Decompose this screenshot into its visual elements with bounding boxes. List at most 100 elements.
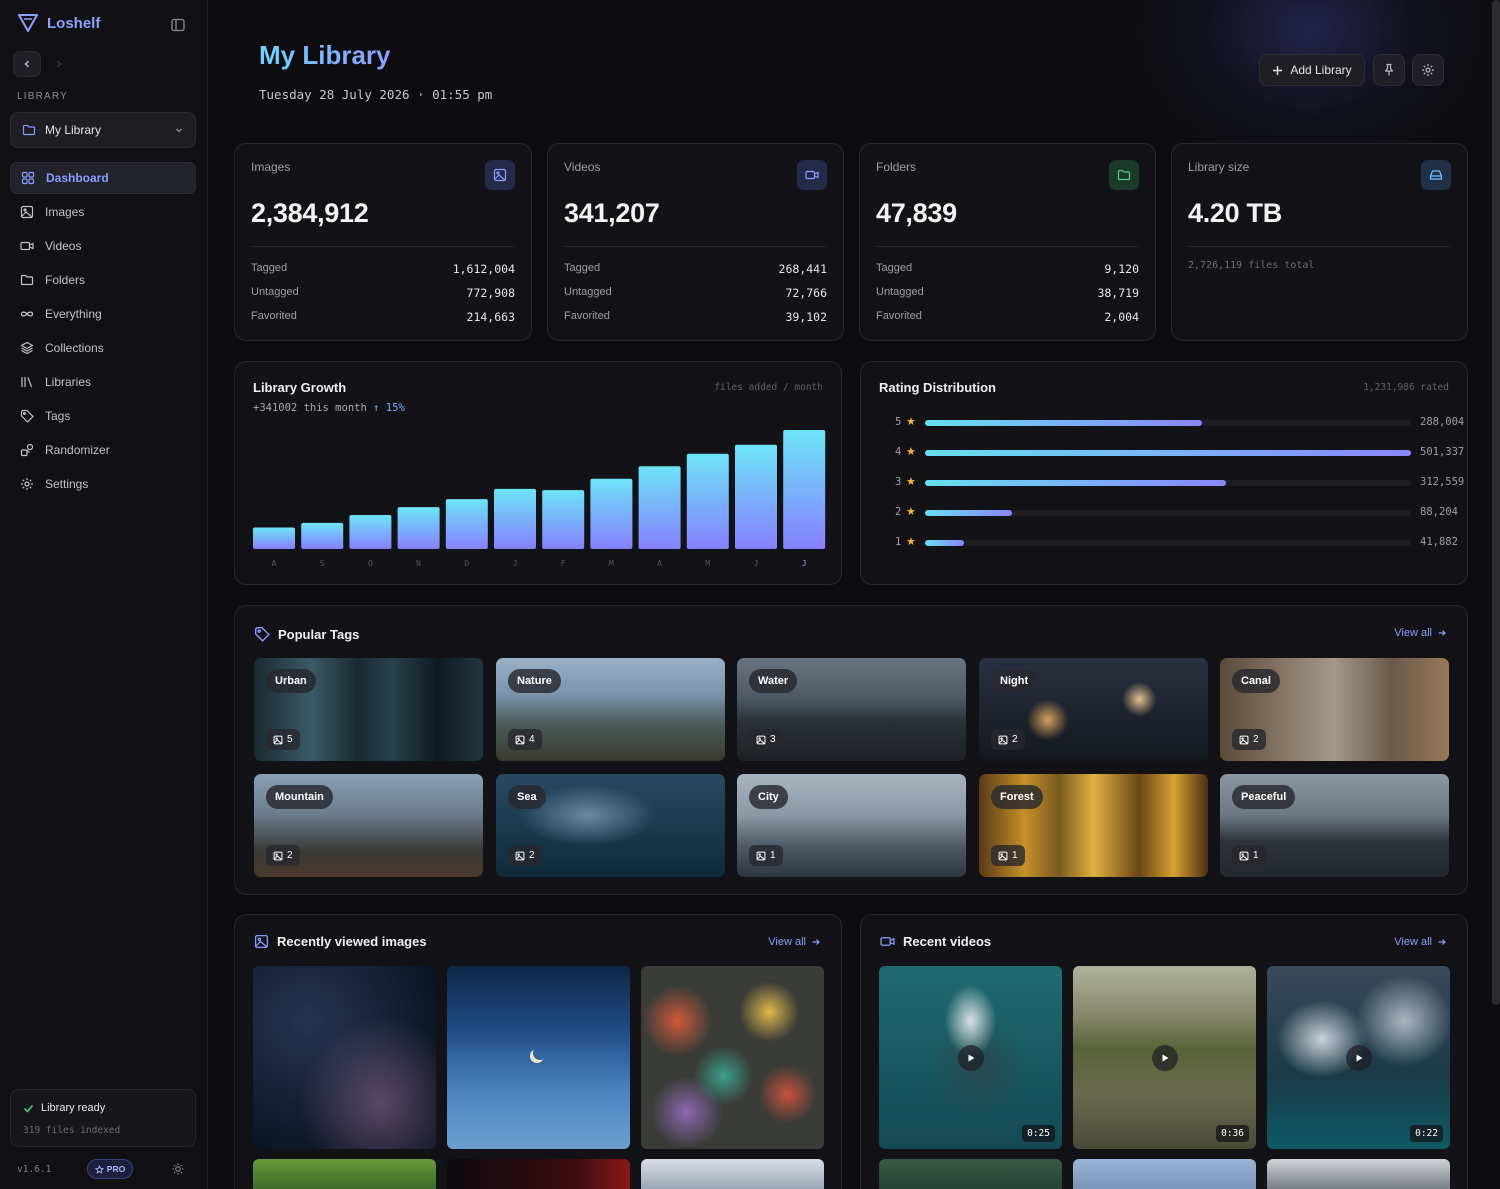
stat-row-value: 214,663	[466, 310, 515, 324]
page-scrollbar[interactable]	[1492, 0, 1500, 1005]
growth-bar[interactable]	[445, 499, 488, 549]
sidebar-item-randomizer[interactable]: Randomizer	[10, 434, 196, 466]
stat-row-label: Tagged	[251, 262, 288, 274]
rating-stars-value: 3	[895, 476, 902, 488]
growth-bar[interactable]	[638, 466, 681, 549]
growth-bar[interactable]	[542, 490, 585, 549]
stat-card-videos[interactable]: Videos 341,207 Tagged 268,441 Untagged 72,…	[547, 143, 844, 341]
growth-bar[interactable]	[397, 507, 440, 549]
images-view-all-link[interactable]: View all	[768, 936, 821, 948]
play-button[interactable]	[1346, 1045, 1372, 1071]
growth-month-label: O	[368, 559, 373, 568]
growth-chart: ASONDJFMAMJJ	[253, 430, 826, 568]
image-thumbnail-milky-way[interactable]	[253, 966, 436, 1149]
video-thumbnail-ocean-waves[interactable]: 0:22	[1267, 966, 1450, 1149]
growth-bar[interactable]	[253, 527, 295, 549]
chevron-right-icon	[57, 60, 62, 68]
rating-count: 312,559	[1420, 476, 1465, 488]
tag-count: 1	[770, 850, 776, 861]
rating-stars-value: 2	[895, 506, 902, 518]
sidebar-item-tags[interactable]: Tags	[10, 400, 196, 432]
play-icon	[1356, 1054, 1363, 1062]
growth-bar[interactable]	[494, 488, 536, 549]
image-thumbnail-dark[interactable]	[447, 1159, 630, 1189]
image-thumbnail-coral-reef[interactable]	[641, 966, 824, 1149]
tag-tile[interactable]: Peaceful 1	[1220, 774, 1449, 877]
sidebar-item-label: Dashboard	[46, 171, 109, 185]
library-select-value: My Library	[45, 123, 102, 137]
sidebar-item-images[interactable]: Images	[10, 196, 196, 228]
sidebar-item-folders[interactable]: Folders	[10, 264, 196, 296]
play-button[interactable]	[958, 1045, 984, 1071]
tag-tile[interactable]: Canal 2	[1220, 658, 1449, 761]
tags-view-all-link[interactable]: View all	[1394, 627, 1447, 639]
rating-row: 2 ★ 88,204	[861, 506, 1468, 520]
sidebar-toggle-icon[interactable]	[170, 17, 186, 33]
back-button[interactable]	[13, 51, 41, 77]
status-subtitle: 319 files indexed	[23, 1125, 121, 1136]
tag-tile[interactable]: Night 2	[979, 658, 1208, 761]
star-icon: ★	[906, 416, 916, 428]
tag-tile[interactable]: Mountain 2	[254, 774, 483, 877]
growth-month-label: M	[705, 559, 710, 568]
growth-bar[interactable]	[590, 478, 633, 549]
stat-row-value: 39,102	[785, 310, 827, 324]
stat-row-untagged: Untagged 772,908	[251, 286, 515, 300]
image-thumbnail-moon-sky[interactable]	[447, 966, 630, 1149]
library-select[interactable]: My Library	[10, 112, 196, 148]
sidebar-item-everything[interactable]: Everything	[10, 298, 196, 330]
video-thumbnail-tower[interactable]	[1073, 1159, 1256, 1189]
video-thumbnail-whale[interactable]: 0:25	[879, 966, 1062, 1149]
image-icon	[1239, 851, 1249, 860]
forward-button[interactable]	[45, 51, 73, 77]
tag-tile[interactable]: Urban 5	[254, 658, 483, 761]
sidebar-item-libraries[interactable]: Libraries	[10, 366, 196, 398]
tag-count: 5	[287, 734, 293, 745]
tag-count: 2	[287, 850, 293, 861]
image-thumbnail-snow-peak[interactable]	[641, 1159, 824, 1189]
growth-bar[interactable]	[301, 522, 344, 549]
video-thumbnail-forest[interactable]	[879, 1159, 1062, 1189]
stat-card-library-size[interactable]: Library size 4.20 TB 2,726,119 files tot…	[1171, 143, 1468, 341]
rating-row: 4 ★ 501,337	[861, 446, 1468, 460]
videos-view-all-link[interactable]: View all	[1394, 936, 1447, 948]
sidebar-item-settings[interactable]: Settings	[10, 468, 196, 500]
sidebar-item-videos[interactable]: Videos	[10, 230, 196, 262]
stat-row-favorited: Favorited 39,102	[564, 310, 827, 324]
sun-icon[interactable]	[171, 1162, 185, 1176]
sidebar: Loshelf LIBRARY My Library Dashboard Ima…	[0, 0, 208, 1189]
growth-bar[interactable]	[686, 453, 729, 549]
video-thumbnail-valley-stream[interactable]: 0:36	[1073, 966, 1256, 1149]
sidebar-item-dashboard[interactable]: Dashboard	[10, 162, 196, 194]
image-thumbnail-trees[interactable]	[253, 1159, 436, 1189]
growth-month-label: J	[802, 559, 807, 568]
logo-icon	[18, 14, 38, 32]
stat-row-value: 9,120	[1104, 262, 1139, 276]
view-all-label: View all	[1394, 627, 1432, 639]
pro-badge[interactable]: PRO	[87, 1159, 133, 1179]
rating-stars-value: 1	[895, 536, 902, 548]
app-name: Loshelf	[47, 14, 101, 32]
rating-track	[925, 450, 1411, 456]
sidebar-item-collections[interactable]: Collections	[10, 332, 196, 364]
app-logo[interactable]: Loshelf	[18, 14, 100, 32]
gear-icon	[21, 478, 33, 490]
growth-bar[interactable]	[783, 430, 826, 549]
tag-tile[interactable]: Nature 4	[496, 658, 725, 761]
stat-label: Library size	[1188, 160, 1250, 174]
growth-bar[interactable]	[349, 515, 392, 549]
growth-bar[interactable]	[735, 444, 777, 549]
video-thumbnail-snow[interactable]	[1267, 1159, 1450, 1189]
image-icon	[998, 735, 1008, 744]
settings-button[interactable]	[1412, 54, 1444, 86]
play-button[interactable]	[1152, 1045, 1178, 1071]
pin-button[interactable]	[1373, 54, 1405, 86]
check-icon	[23, 1104, 34, 1113]
tag-tile[interactable]: Forest 1	[979, 774, 1208, 877]
stat-card-folders[interactable]: Folders 47,839 Tagged 9,120 Untagged 38,71…	[859, 143, 1156, 341]
tag-tile[interactable]: Water 3	[737, 658, 966, 761]
tag-tile[interactable]: City 1	[737, 774, 966, 877]
add-library-button[interactable]: Add Library	[1259, 54, 1365, 86]
tag-tile[interactable]: Sea 2	[496, 774, 725, 877]
stat-card-images[interactable]: Images 2,384,912 Tagged 1,612,004 Untagge…	[234, 143, 532, 341]
